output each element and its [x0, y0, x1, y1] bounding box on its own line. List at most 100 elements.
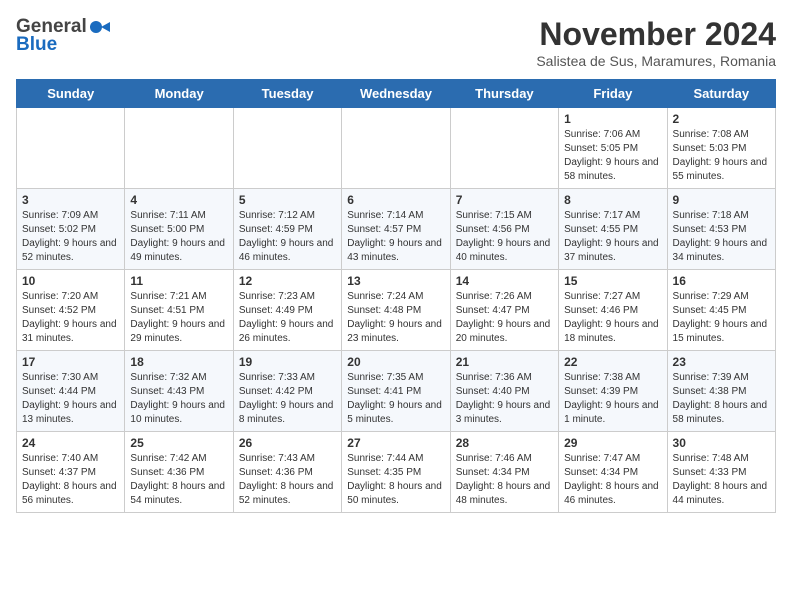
day-info: Sunrise: 7:15 AMSunset: 4:56 PMDaylight:…: [456, 209, 553, 265]
logo-icon: [88, 16, 110, 38]
calendar-cell: 17 Sunrise: 7:30 AMSunset: 4:44 PMDayligh…: [17, 351, 125, 432]
weekday-header: Monday: [125, 80, 233, 108]
weekday-header: Tuesday: [233, 80, 341, 108]
calendar-cell: 26 Sunrise: 7:43 AMSunset: 4:36 PMDayligh…: [233, 432, 341, 513]
calendar-cell: 9 Sunrise: 7:18 AMSunset: 4:53 PMDaylight…: [667, 189, 775, 270]
calendar-cell: [342, 108, 450, 189]
calendar-table: SundayMondayTuesdayWednesdayThursdayFrid…: [16, 79, 776, 513]
calendar-week-row: 24 Sunrise: 7:40 AMSunset: 4:37 PMDayligh…: [17, 432, 776, 513]
calendar-cell: 20 Sunrise: 7:35 AMSunset: 4:41 PMDayligh…: [342, 351, 450, 432]
calendar-cell: [450, 108, 558, 189]
calendar-cell: [125, 108, 233, 189]
day-info: Sunrise: 7:35 AMSunset: 4:41 PMDaylight:…: [347, 371, 444, 427]
weekday-header: Sunday: [17, 80, 125, 108]
weekday-header: Wednesday: [342, 80, 450, 108]
day-info: Sunrise: 7:11 AMSunset: 5:00 PMDaylight:…: [130, 209, 227, 265]
day-number: 24: [22, 436, 119, 450]
day-info: Sunrise: 7:44 AMSunset: 4:35 PMDaylight:…: [347, 452, 444, 508]
day-number: 18: [130, 355, 227, 369]
day-number: 5: [239, 193, 336, 207]
calendar-cell: 13Sunrise: 7:24 AMSunset: 4:48 PMDayligh…: [342, 270, 450, 351]
day-number: 8: [564, 193, 661, 207]
day-number: 6: [347, 193, 444, 207]
day-info: Sunrise: 7:24 AMSunset: 4:48 PMDaylight:…: [347, 290, 444, 346]
day-number: 11: [130, 274, 227, 288]
day-info: Sunrise: 7:30 AMSunset: 4:44 PMDaylight:…: [22, 371, 119, 427]
calendar-header-row: SundayMondayTuesdayWednesdayThursdayFrid…: [17, 80, 776, 108]
day-info: Sunrise: 7:08 AMSunset: 5:03 PMDaylight:…: [673, 128, 770, 184]
day-number: 29: [564, 436, 661, 450]
calendar-cell: 15 Sunrise: 7:27 AMSunset: 4:46 PMDayligh…: [559, 270, 667, 351]
day-number: 1: [564, 112, 661, 126]
month-title: November 2024: [536, 16, 776, 53]
weekday-header: Thursday: [450, 80, 558, 108]
day-info: Sunrise: 7:42 AMSunset: 4:36 PMDaylight:…: [130, 452, 227, 508]
day-number: 20: [347, 355, 444, 369]
day-info: Sunrise: 7:18 AMSunset: 4:53 PMDaylight:…: [673, 209, 770, 265]
weekday-header: Friday: [559, 80, 667, 108]
calendar-week-row: 1 Sunrise: 7:06 AMSunset: 5:05 PMDaylight…: [17, 108, 776, 189]
day-number: 26: [239, 436, 336, 450]
weekday-header: Saturday: [667, 80, 775, 108]
calendar-week-row: 10 Sunrise: 7:20 AMSunset: 4:52 PMDayligh…: [17, 270, 776, 351]
calendar-cell: 16Sunrise: 7:29 AMSunset: 4:45 PMDayligh…: [667, 270, 775, 351]
day-info: Sunrise: 7:38 AMSunset: 4:39 PMDaylight:…: [564, 371, 661, 427]
calendar-cell: 21 Sunrise: 7:36 AMSunset: 4:40 PMDayligh…: [450, 351, 558, 432]
day-number: 14: [456, 274, 553, 288]
calendar-cell: 19 Sunrise: 7:33 AMSunset: 4:42 PMDayligh…: [233, 351, 341, 432]
day-info: Sunrise: 7:32 AMSunset: 4:43 PMDaylight:…: [130, 371, 227, 427]
day-number: 12: [239, 274, 336, 288]
day-number: 23: [673, 355, 770, 369]
calendar-cell: 25Sunrise: 7:42 AMSunset: 4:36 PMDayligh…: [125, 432, 233, 513]
calendar-cell: [233, 108, 341, 189]
calendar-cell: 29Sunrise: 7:47 AMSunset: 4:34 PMDayligh…: [559, 432, 667, 513]
day-info: Sunrise: 7:33 AMSunset: 4:42 PMDaylight:…: [239, 371, 336, 427]
calendar-cell: 28Sunrise: 7:46 AMSunset: 4:34 PMDayligh…: [450, 432, 558, 513]
day-number: 21: [456, 355, 553, 369]
day-number: 19: [239, 355, 336, 369]
day-number: 17: [22, 355, 119, 369]
calendar-cell: 23Sunrise: 7:39 AMSunset: 4:38 PMDayligh…: [667, 351, 775, 432]
logo: General Blue: [16, 16, 111, 56]
calendar-cell: 3 Sunrise: 7:09 AMSunset: 5:02 PMDaylight…: [17, 189, 125, 270]
calendar-cell: 1 Sunrise: 7:06 AMSunset: 5:05 PMDaylight…: [559, 108, 667, 189]
calendar-cell: 8Sunrise: 7:17 AMSunset: 4:55 PMDaylight…: [559, 189, 667, 270]
calendar-cell: 4Sunrise: 7:11 AMSunset: 5:00 PMDaylight…: [125, 189, 233, 270]
day-number: 15: [564, 274, 661, 288]
day-number: 28: [456, 436, 553, 450]
day-number: 10: [22, 274, 119, 288]
calendar-cell: 7 Sunrise: 7:15 AMSunset: 4:56 PMDaylight…: [450, 189, 558, 270]
calendar-cell: 30Sunrise: 7:48 AMSunset: 4:33 PMDayligh…: [667, 432, 775, 513]
calendar-week-row: 17 Sunrise: 7:30 AMSunset: 4:44 PMDayligh…: [17, 351, 776, 432]
calendar-cell: 14 Sunrise: 7:26 AMSunset: 4:47 PMDayligh…: [450, 270, 558, 351]
calendar-cell: 10 Sunrise: 7:20 AMSunset: 4:52 PMDayligh…: [17, 270, 125, 351]
calendar-cell: 11 Sunrise: 7:21 AMSunset: 4:51 PMDayligh…: [125, 270, 233, 351]
day-info: Sunrise: 7:21 AMSunset: 4:51 PMDaylight:…: [130, 290, 227, 346]
page-header: General Blue November 2024 Salistea de S…: [16, 16, 776, 69]
subtitle: Salistea de Sus, Maramures, Romania: [536, 53, 776, 69]
calendar-cell: 18 Sunrise: 7:32 AMSunset: 4:43 PMDayligh…: [125, 351, 233, 432]
day-number: 7: [456, 193, 553, 207]
day-number: 30: [673, 436, 770, 450]
day-info: Sunrise: 7:36 AMSunset: 4:40 PMDaylight:…: [456, 371, 553, 427]
calendar-cell: [17, 108, 125, 189]
calendar-cell: 6 Sunrise: 7:14 AMSunset: 4:57 PMDaylight…: [342, 189, 450, 270]
day-number: 3: [22, 193, 119, 207]
day-info: Sunrise: 7:20 AMSunset: 4:52 PMDaylight:…: [22, 290, 119, 346]
day-info: Sunrise: 7:29 AMSunset: 4:45 PMDaylight:…: [673, 290, 770, 346]
day-info: Sunrise: 7:06 AMSunset: 5:05 PMDaylight:…: [564, 128, 661, 184]
day-number: 27: [347, 436, 444, 450]
day-number: 9: [673, 193, 770, 207]
day-info: Sunrise: 7:27 AMSunset: 4:46 PMDaylight:…: [564, 290, 661, 346]
day-info: Sunrise: 7:09 AMSunset: 5:02 PMDaylight:…: [22, 209, 119, 265]
day-info: Sunrise: 7:14 AMSunset: 4:57 PMDaylight:…: [347, 209, 444, 265]
day-number: 22: [564, 355, 661, 369]
day-info: Sunrise: 7:23 AMSunset: 4:49 PMDaylight:…: [239, 290, 336, 346]
calendar-cell: 2 Sunrise: 7:08 AMSunset: 5:03 PMDaylight…: [667, 108, 775, 189]
title-area: November 2024 Salistea de Sus, Maramures…: [536, 16, 776, 69]
day-info: Sunrise: 7:26 AMSunset: 4:47 PMDaylight:…: [456, 290, 553, 346]
day-info: Sunrise: 7:43 AMSunset: 4:36 PMDaylight:…: [239, 452, 336, 508]
day-number: 2: [673, 112, 770, 126]
day-info: Sunrise: 7:40 AMSunset: 4:37 PMDaylight:…: [22, 452, 119, 508]
calendar-cell: 12 Sunrise: 7:23 AMSunset: 4:49 PMDayligh…: [233, 270, 341, 351]
